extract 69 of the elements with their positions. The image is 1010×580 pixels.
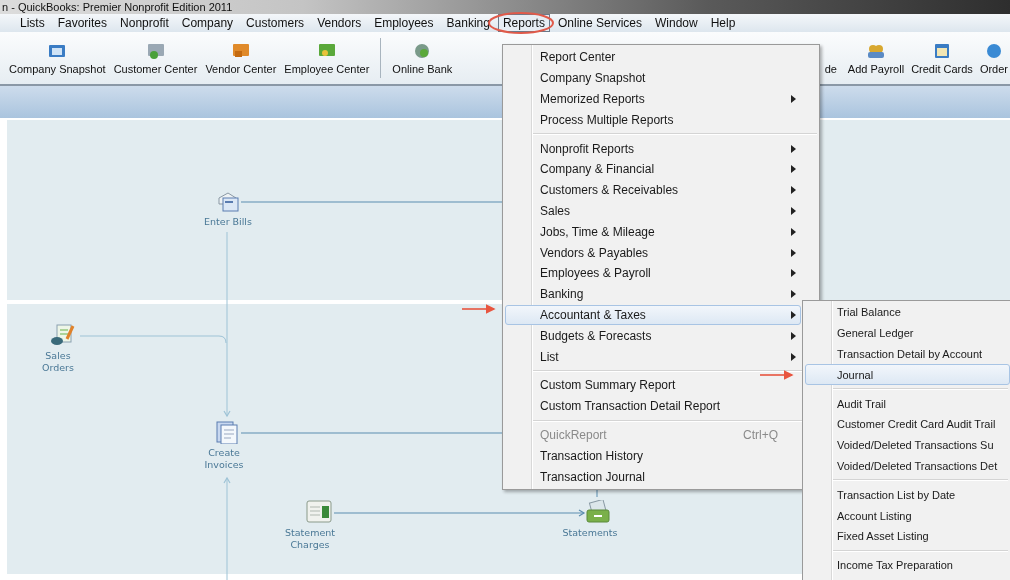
menu-item[interactable]: Custom Transaction Detail Report [505, 395, 801, 417]
menu-item[interactable]: Sales [505, 200, 801, 222]
menu-item[interactable]: Help [705, 14, 741, 32]
card-icon [932, 41, 952, 60]
menu-item[interactable]: Customers [241, 14, 310, 32]
toolbar-button[interactable]: Order [978, 39, 1009, 77]
menu-item[interactable]: Jobs, Time & Mileage [505, 221, 801, 243]
menu-item[interactable]: Account Listing [805, 505, 1010, 526]
menu-item[interactable]: Vendors & Payables [505, 242, 801, 263]
menu-item[interactable]: Favorites [52, 14, 113, 32]
menu-item[interactable]: Customer Credit Card Audit Trail [805, 414, 1010, 435]
menu-item[interactable]: General Ledger [805, 322, 1010, 344]
menu-item[interactable]: Window [650, 14, 703, 32]
menu-item[interactable]: Accountant & Taxes [505, 304, 801, 326]
menu-item[interactable]: Memorized Reports [505, 88, 801, 110]
notepad-icon [50, 323, 76, 347]
card-icon [145, 41, 166, 60]
menu-item[interactable]: Fixed Asset Listing [805, 525, 1010, 547]
envelope-icon [216, 190, 242, 214]
toolbar-button[interactable]: Company Snapshot [8, 39, 107, 77]
toolbar-button[interactable]: Add Payroll [846, 39, 906, 77]
menu-item[interactable]: Customers & Receivables [505, 179, 801, 201]
menu-item[interactable]: Voided/Deleted Transactions Su [805, 434, 1010, 456]
menu-item[interactable]: Trial Balance [805, 302, 1010, 323]
annotation-circle [488, 12, 554, 34]
menu-item[interactable]: Lists [15, 14, 50, 32]
menu-item[interactable]: List [505, 346, 801, 367]
node-label[interactable]: Sales Orders [30, 350, 86, 374]
menu-item[interactable]: Online Services [552, 14, 647, 32]
menu-item[interactable]: Income Tax Preparation [805, 554, 1010, 576]
menu-item[interactable]: Transaction Detail by Account [805, 343, 1010, 365]
statement-icon [585, 500, 611, 524]
node-label[interactable]: Statement Charges [282, 527, 338, 551]
window-title: n - QuickBooks: Premier Nonprofit Edition 2011 [2, 1, 233, 13]
toolbar-button[interactable]: Vendor Center [204, 39, 278, 77]
toolbar-button[interactable]: de [819, 39, 842, 77]
menu-item[interactable]: Employees & Payroll [505, 262, 801, 284]
menu-item[interactable]: Vendors [312, 14, 367, 32]
annotation-arrow [461, 304, 496, 314]
menu-item[interactable]: Voided/Deleted Transactions Det [805, 455, 1010, 477]
menu-item[interactable]: Transaction List by Date [805, 484, 1010, 506]
menu-item[interactable]: Audit Trail [805, 393, 1010, 414]
menu-item[interactable]: Journal [805, 364, 1010, 386]
node-label[interactable]: Create Invoices [196, 447, 252, 471]
menu-item[interactable]: Employees [369, 14, 439, 32]
card-icon [230, 41, 251, 60]
ledger-icon [306, 500, 332, 524]
menu-item[interactable]: Process Multiple Reports [505, 109, 801, 131]
toolbar-button[interactable]: Credit Cards [910, 39, 974, 77]
menu-item[interactable]: Company [176, 14, 239, 32]
menu-item[interactable]: Company Snapshot [505, 67, 801, 89]
documents-icon [215, 420, 241, 444]
toolbar-button[interactable]: Online Bank [391, 39, 454, 77]
annotation-arrow [759, 370, 794, 380]
menu-item[interactable]: Nonprofit Reports [505, 138, 801, 159]
shortcut-label: Ctrl+Q [743, 427, 778, 442]
menu-item[interactable]: Custom Summary Report [505, 374, 801, 396]
menu-item[interactable]: Banking [505, 283, 801, 305]
menu-item[interactable]: Company & Financial [505, 159, 801, 180]
menu-item[interactable]: Transaction History [505, 445, 801, 467]
menu-item[interactable]: Report Center [505, 47, 801, 68]
menu-item[interactable]: Budgets & Forecasts [505, 325, 801, 347]
toolbar-button[interactable]: Customer Center [112, 39, 199, 77]
menu-item[interactable]: Transaction Journal [505, 466, 801, 487]
node-label[interactable]: Statements [562, 527, 618, 539]
menu-item[interactable]: Banking [441, 14, 495, 32]
toolbar-button[interactable]: Employee Center [283, 39, 371, 77]
node-label[interactable]: Enter Bills [200, 216, 256, 228]
menu-item[interactable]: Nonprofit [115, 14, 174, 32]
